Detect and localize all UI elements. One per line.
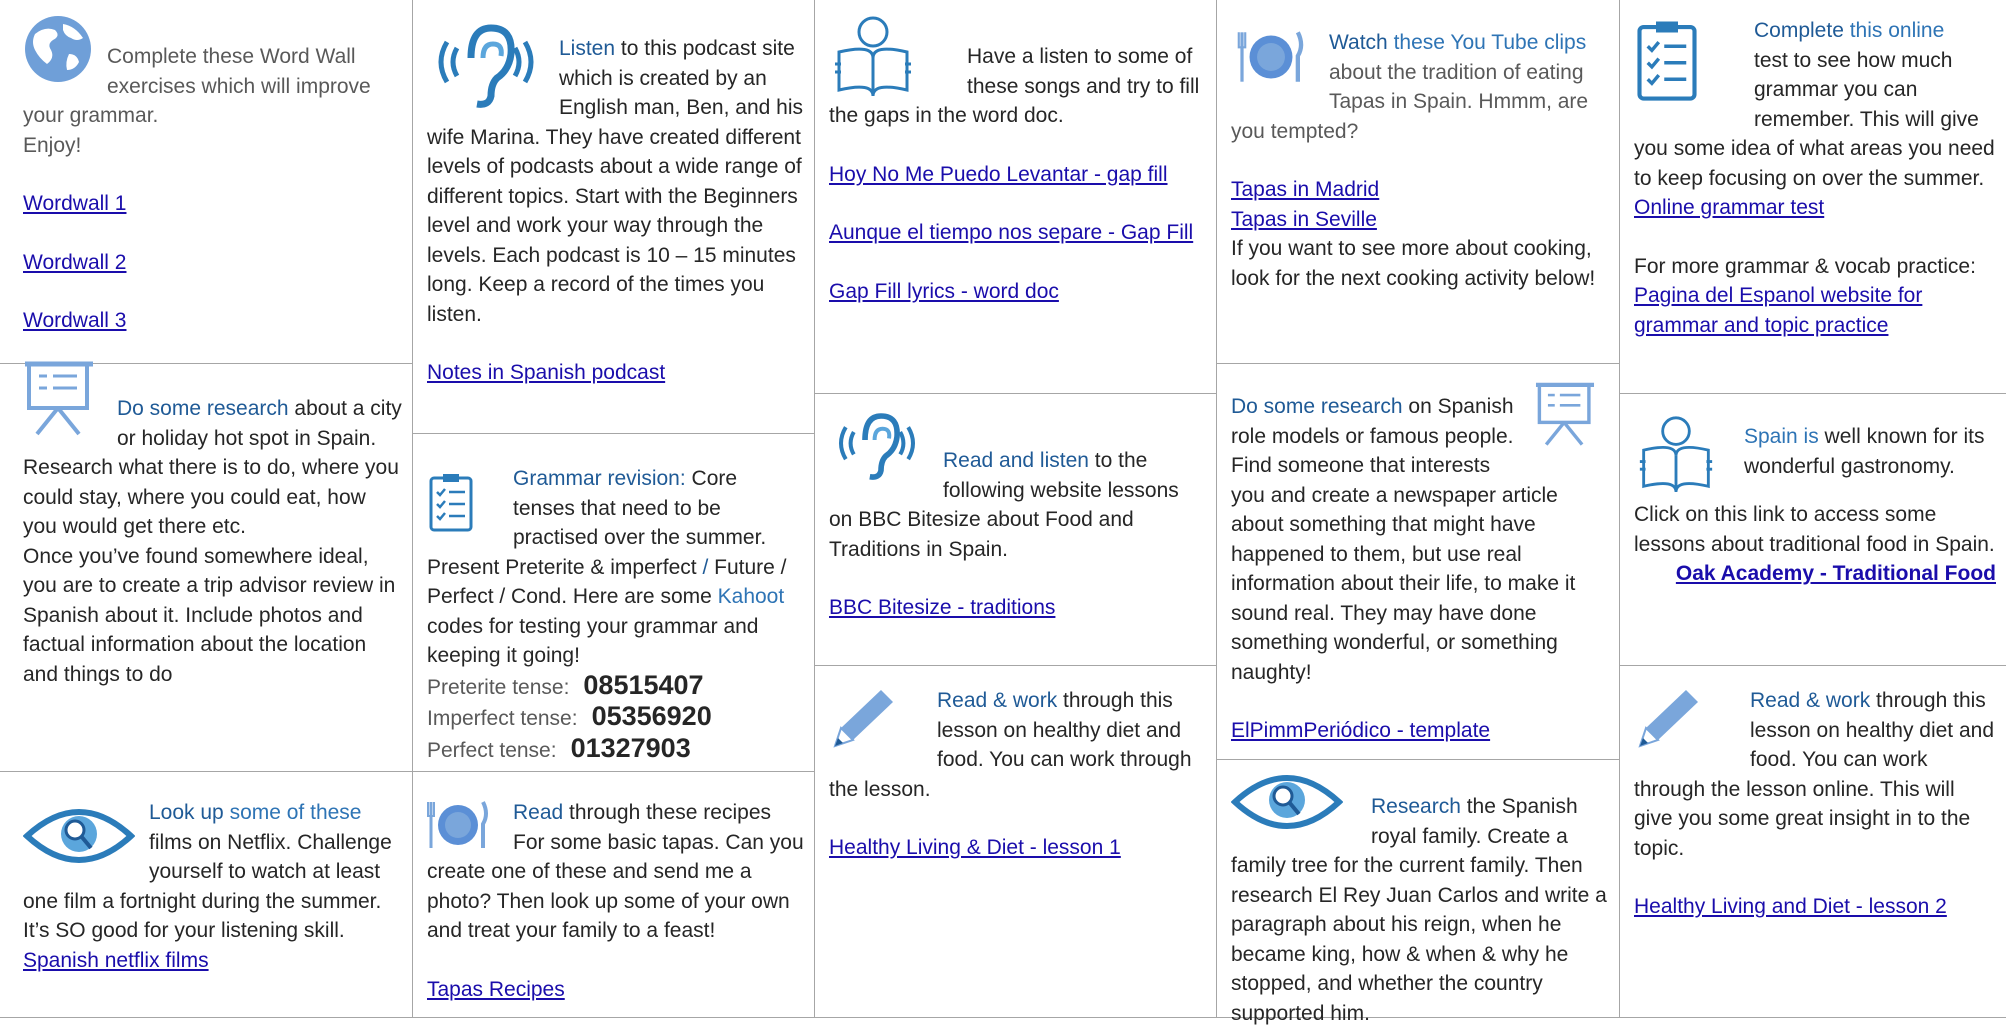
notes-in-spanish-link[interactable]: Notes in Spanish podcast [427,361,665,384]
kahoot-code: 05356920 [591,701,712,731]
code-row: Preterite tense: 08515407 [427,669,804,703]
song-2-link[interactable]: Aunque el tiempo nos separe - Gap Fill [829,221,1193,244]
healthy-lesson-2-link[interactable]: Healthy Living and Diet - lesson 2 [1634,895,1947,918]
checklist-icon [1637,21,1697,101]
reading-person-icon [835,16,911,96]
activity-grid: Complete these Word Wall exercises which… [0,0,2006,1025]
plate-cutlery-icon [427,801,488,848]
oak-academy-link[interactable]: Oak Academy - Traditional Food [1676,562,1996,585]
pencil-icon [833,690,893,748]
presentation-board-icon [25,361,93,436]
plate-cutlery-icon [1237,31,1304,82]
hearing-icon [438,24,534,108]
code-label: Preterite tense: [427,675,570,699]
grammar-heading: Grammar revision: [513,467,686,490]
code-label: Imperfect tense: [427,707,578,730]
research-trip-text2: Once you’ve found somewhere ideal, you a… [23,544,396,686]
wordwall-enjoy: Enjoy! [23,133,82,157]
wordwall-1-link[interactable]: Wordwall 1 [23,192,126,215]
code-row: Imperfect tense: 05356920 [427,701,804,734]
tapas-heading: Watch [1329,31,1388,54]
recipes-heading: Read [513,801,564,824]
test-heading: Complete [1754,19,1844,42]
code-label: Perfect tense: [427,738,557,762]
test-cell: Complete this online test to see how muc… [1620,0,2006,394]
healthy2-cell: Read & work through this lesson on healt… [1620,666,2006,1018]
rolemodels-cell: Do some research on Spanish role models … [1217,364,1620,760]
gastronomy-text: Click on this link to access some lesson… [1634,503,1995,556]
films-heading: Look up [149,801,224,824]
wordwall-3-link[interactable]: Wordwall 3 [23,309,126,332]
globe-icon [25,16,91,82]
grammar-text3: codes for testing your grammar and keepi… [427,614,759,668]
songs-cell: Have a listen to some of these songs and… [815,0,1217,394]
kahoot-code: 08515407 [583,669,704,700]
films-cell: Look up some of these films on Netflix. … [0,772,413,1018]
research-trip-cell: Do some research about a city or holiday… [0,361,413,772]
research-trip-heading: Do some research [117,397,289,420]
healthy1-cell: Read & work through this lesson on healt… [815,666,1217,1018]
kahoot-label: Kahoot [717,585,785,608]
tapas-cell: Watch these You Tube clips about the tra… [1217,0,1620,364]
wordwall-2-link[interactable]: Wordwall 2 [23,251,126,274]
bbc-bitesize-link[interactable]: BBC Bitesize - traditions [829,596,1055,619]
royal-heading: Research [1371,795,1461,818]
gastronomy-cell: Spain is well known for its wonderful ga… [1620,394,2006,666]
tapas-seville-link[interactable]: Tapas in Seville [1231,208,1377,231]
online-grammar-test-link[interactable]: Online grammar test [1634,196,1824,219]
rolemodels-heading: Do some research [1231,395,1403,418]
recipes-cell: Read through these recipes For some basi… [413,772,815,1018]
tapas-madrid-link[interactable]: Tapas in Madrid [1231,178,1379,201]
netflix-films-link[interactable]: Spanish netflix films [23,949,209,972]
pencil-icon [1638,690,1698,748]
royal-cell: Research the Spanish royal family. Creat… [1217,760,1620,1025]
bbc-heading: Read and listen [943,449,1089,472]
podcast-heading: Listen [559,37,616,60]
healthy1-heading: Read & work [937,689,1058,712]
hearing-icon [839,413,915,480]
healthy2-heading: Read & work [1750,689,1871,712]
wordwall-cell: Complete these Word Wall exercises which… [0,0,413,364]
lyrics-doc-link[interactable]: Gap Fill lyrics - word doc [829,280,1059,303]
pagina-del-espanol-link[interactable]: Pagina del Espanol website for grammar a… [1634,284,1922,337]
bbc-cell: Read and listen to the following website… [815,394,1217,666]
test-heading-rest: this online [1843,19,1945,42]
eye-search-icon [23,809,135,863]
test-text2: For more grammar & vocab practice: [1634,254,1976,278]
reading-person-icon [1639,416,1713,492]
rolemodels-text: on Spanish role models or famous people.… [1231,395,1576,684]
tapas-heading-rest: these You Tube clips [1387,31,1587,54]
periodico-template-link[interactable]: ElPimmPeriódico - template [1231,719,1490,742]
films-heading-rest: some of these [223,801,362,824]
grammar-cell: Grammar revision: Core tenses that need … [413,434,815,772]
gastronomy-heading: Spain is [1744,425,1819,448]
healthy-lesson-1-link[interactable]: Healthy Living & Diet - lesson 1 [829,836,1121,859]
kahoot-code: 01327903 [570,732,691,763]
tapas-text2: If you want to see more about cooking, l… [1231,237,1596,290]
code-row: Perfect tense: 01327903 [427,732,804,766]
checklist-icon [429,474,473,532]
tapas-recipes-link[interactable]: Tapas Recipes [427,978,565,1001]
eye-search-icon [1231,775,1343,829]
podcast-cell: Listen to this podcast site which is cre… [413,0,815,434]
song-1-link[interactable]: Hoy No Me Puedo Levantar - gap fill [829,163,1168,186]
presentation-board-icon [1535,382,1595,446]
